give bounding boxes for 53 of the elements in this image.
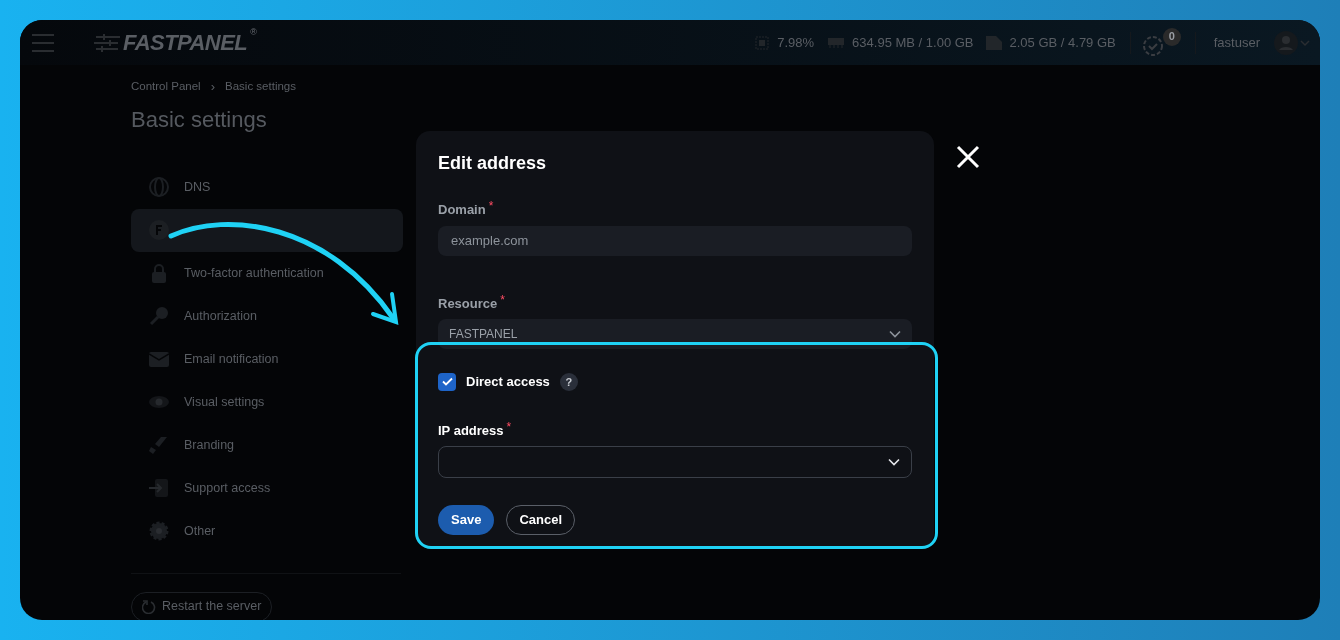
key-icon [149,306,169,326]
letter-badge-icon [149,220,169,240]
globe-icon [149,177,169,197]
field-label: IP address [438,421,504,440]
settings-icon [149,521,169,541]
close-icon[interactable] [956,145,980,169]
menu-icon[interactable] [32,33,54,52]
dialog-title: Edit address [438,152,548,175]
breadcrumb-separator: › [210,78,216,96]
breadcrumb-link[interactable]: Control Panel [131,78,201,96]
checkbox-label[interactable]: Direct access [466,372,550,392]
field-label: Domain [438,201,486,219]
username[interactable]: fastuser [1213,32,1260,53]
sidebar-item[interactable] [131,208,403,252]
logo[interactable]: FASTPANEL® [94,26,257,59]
disk-usage: 2.05 GB / 4.79 GB [1009,33,1116,52]
help-badge[interactable]: ? [559,372,578,391]
checkbox[interactable] [438,372,456,391]
sliders-icon [94,33,120,52]
domain-field[interactable]: example.com [438,225,912,256]
avatar-icon[interactable] [1274,30,1298,55]
arrow-into-box-icon [149,478,169,498]
page-title: Basic settings [131,105,268,134]
save-button[interactable]: Save [438,505,495,535]
restart-icon [142,599,156,614]
cpu-icon [755,35,770,50]
tasks-icon[interactable] [1142,35,1163,56]
sidebar-item[interactable]: Authorization [131,294,403,338]
sidebar-item[interactable]: Support access [131,466,403,510]
sidebar-item[interactable]: Visual settings [131,380,403,424]
brush-icon [149,435,169,455]
required-mark: * [506,420,512,433]
sidebar-item[interactable]: Branding [131,423,403,467]
lock-icon [149,263,169,283]
sidebar-item[interactable]: Other [131,509,403,553]
cpu-usage: 7.98% [777,33,815,52]
memory-usage: 634.95 MB / 1.00 GB [852,33,974,52]
sidebar-item[interactable]: Email notification [131,337,403,381]
memory-icon [828,37,845,48]
chevron-down-icon [888,458,900,466]
chevron-down-icon[interactable] [1300,38,1310,47]
envelope-icon [149,349,169,369]
check-icon [441,377,453,387]
required-mark: * [488,200,494,212]
resource-select[interactable]: FASTPANEL [438,319,912,349]
required-mark: * [500,293,505,306]
field-label: Resource [438,294,498,313]
ip-address-select[interactable] [438,446,912,478]
chevron-down-icon [889,330,901,338]
sidebar-item[interactable]: DNS [131,165,403,209]
breadcrumb-current: Basic settings [225,79,296,95]
sidebar-item[interactable]: Two-factor authentication [131,251,403,295]
notification-badge: 0 [1162,27,1181,46]
